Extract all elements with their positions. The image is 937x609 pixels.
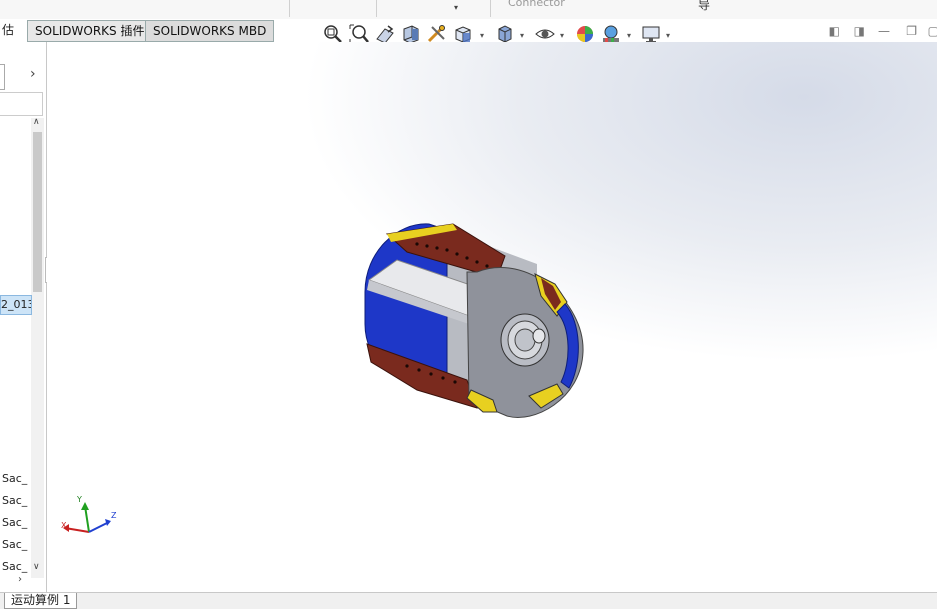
- tree-item[interactable]: Sac_: [2, 516, 30, 529]
- tree-item[interactable]: Sac_: [2, 560, 30, 573]
- ribbon-dropdown-icon[interactable]: ▾: [454, 3, 458, 12]
- connector-label[interactable]: Connector: [508, 0, 565, 9]
- tab-evaluate[interactable]: 估: [0, 21, 16, 39]
- motor-model[interactable]: [357, 212, 597, 422]
- minimize-icon[interactable]: —: [878, 24, 890, 38]
- x-axis-label: X: [61, 521, 67, 530]
- view-orientation-caret[interactable]: ▾: [480, 31, 484, 40]
- tab-solidworks-mbd[interactable]: SOLIDWORKS MBD: [145, 20, 275, 42]
- apply-scene-caret[interactable]: ▾: [627, 31, 631, 40]
- ribbon-separator: [289, 0, 290, 17]
- ribbon-separator: [376, 0, 377, 17]
- ribbon-separator: [490, 0, 491, 17]
- tile-right-icon[interactable]: ◨: [854, 24, 865, 38]
- hide-show-caret[interactable]: ▾: [560, 31, 564, 40]
- panel-scrollbar[interactable]: ∧ ∨: [31, 117, 44, 578]
- scroll-down-icon[interactable]: ∨: [33, 562, 40, 572]
- filter-field[interactable]: [0, 92, 43, 116]
- graphics-area[interactable]: X Y Z: [47, 42, 937, 592]
- guide-label[interactable]: 导: [698, 0, 710, 13]
- tree-item-selected[interactable]: 2_013: [0, 295, 32, 315]
- tree-scroll-right-icon[interactable]: ›: [18, 574, 22, 585]
- tab-motion-study-1[interactable]: 运动算例 1: [4, 593, 78, 609]
- bottom-tab-bar: 运动算例 1: [0, 592, 937, 609]
- tab-solidworks-addins[interactable]: SOLIDWORKS 插件: [27, 20, 153, 42]
- ribbon-strip: ▾ Connector 导: [0, 0, 937, 20]
- tree-item[interactable]: Sac_: [2, 494, 30, 507]
- display-style-caret[interactable]: ▾: [520, 31, 524, 40]
- coordinate-triad: X Y Z: [61, 495, 117, 533]
- view-settings-caret[interactable]: ▾: [666, 31, 670, 40]
- feature-manager-panel: › ∧ ∨ 2_013 Sac_ Sac_ Sac_ Sac_ Sac_ ›: [0, 42, 47, 592]
- panel-tab[interactable]: [0, 64, 5, 90]
- tree-item[interactable]: Sac_: [2, 472, 30, 485]
- panel-expand-arrow[interactable]: ›: [30, 66, 36, 82]
- scrollbar-thumb[interactable]: [33, 132, 42, 292]
- y-axis-label: Y: [76, 495, 82, 504]
- scroll-up-icon[interactable]: ∧: [33, 117, 40, 127]
- z-axis-label: Z: [111, 511, 117, 520]
- tile-left-icon[interactable]: ◧: [829, 24, 840, 38]
- maximize-icon[interactable]: ▢: [928, 24, 937, 38]
- tree-item[interactable]: Sac_: [2, 538, 30, 551]
- restore-icon[interactable]: ❐: [906, 24, 917, 38]
